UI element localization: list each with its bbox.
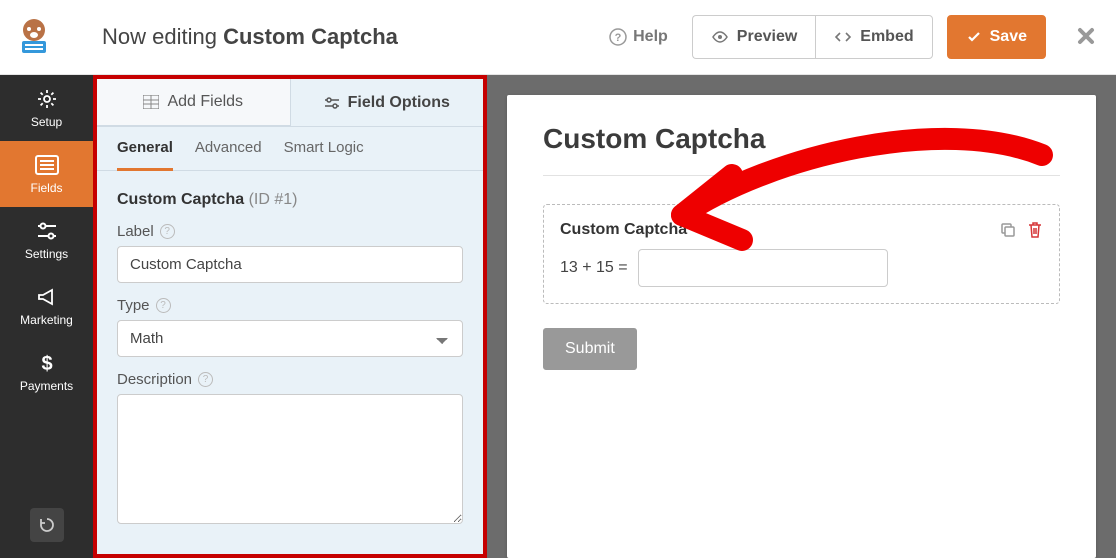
nav-fields-label: Fields bbox=[30, 181, 62, 195]
page-title: Now editing Custom Captcha bbox=[102, 24, 609, 50]
sliders-small-icon bbox=[324, 96, 340, 110]
nav-marketing-label: Marketing bbox=[20, 313, 73, 327]
equation-text: 13 + 15 = bbox=[560, 259, 628, 277]
label-input[interactable] bbox=[117, 246, 463, 283]
trash-icon[interactable] bbox=[1027, 221, 1043, 239]
preview-canvas: Custom Captcha Custom Captcha * 13 + 15 … bbox=[487, 75, 1116, 558]
description-field-label: Description ? bbox=[117, 371, 463, 388]
label-field-label: Label ? bbox=[117, 223, 463, 240]
bullhorn-icon bbox=[35, 285, 59, 309]
help-link[interactable]: ? Help bbox=[609, 28, 668, 46]
sliders-icon bbox=[35, 219, 59, 243]
captcha-field-block[interactable]: Custom Captcha * 13 + 15 = bbox=[543, 204, 1060, 304]
svg-text:$: $ bbox=[41, 353, 52, 374]
gear-icon bbox=[35, 87, 59, 111]
sub-tabs: General Advanced Smart Logic bbox=[97, 127, 483, 171]
form-icon bbox=[35, 153, 59, 177]
left-nav: Setup Fields Settings Marketing $ Paymen… bbox=[0, 75, 93, 558]
section-title-text: Custom Captcha bbox=[117, 191, 244, 208]
type-field: Type ? Math bbox=[117, 297, 463, 357]
svg-text:?: ? bbox=[615, 32, 622, 44]
tab-field-options-label: Field Options bbox=[348, 94, 450, 112]
help-icon[interactable]: ? bbox=[156, 298, 171, 313]
nav-payments-label: Payments bbox=[20, 379, 73, 393]
nav-marketing[interactable]: Marketing bbox=[0, 273, 93, 339]
captcha-equation: 13 + 15 = bbox=[560, 249, 1043, 287]
close-button[interactable] bbox=[1076, 22, 1096, 53]
embed-label: Embed bbox=[860, 28, 913, 46]
panel-body: Custom Captcha (ID #1) Label ? Type ? Ma… bbox=[97, 171, 483, 544]
help-icon[interactable]: ? bbox=[160, 224, 175, 239]
preview-embed-group: Preview Embed bbox=[692, 15, 933, 59]
title-prefix: Now editing bbox=[102, 24, 223, 49]
nav-fields[interactable]: Fields bbox=[0, 141, 93, 207]
check-icon bbox=[966, 29, 982, 45]
help-icon: ? bbox=[609, 28, 627, 46]
help-icon[interactable]: ? bbox=[198, 372, 213, 387]
field-block-header: Custom Captcha * bbox=[560, 221, 1043, 239]
panel-tabs: Add Fields Field Options bbox=[97, 79, 483, 127]
type-select[interactable]: Math bbox=[117, 320, 463, 357]
history-icon bbox=[38, 516, 56, 534]
section-title: Custom Captcha (ID #1) bbox=[117, 191, 463, 209]
embed-button[interactable]: Embed bbox=[815, 15, 932, 59]
top-bar: Now editing Custom Captcha ? Help Previe… bbox=[0, 0, 1116, 75]
main-area: Setup Fields Settings Marketing $ Paymen… bbox=[0, 75, 1116, 558]
section-id: (ID #1) bbox=[249, 191, 298, 208]
code-icon bbox=[834, 28, 852, 46]
close-icon bbox=[1076, 26, 1096, 46]
top-actions: ? Help Preview Embed Save bbox=[609, 15, 1096, 59]
nav-settings-label: Settings bbox=[25, 247, 68, 261]
nav-settings[interactable]: Settings bbox=[0, 207, 93, 273]
tab-add-fields[interactable]: Add Fields bbox=[97, 79, 291, 126]
grid-icon bbox=[143, 95, 159, 109]
subtab-smart-logic[interactable]: Smart Logic bbox=[284, 139, 364, 170]
nav-history[interactable] bbox=[0, 492, 93, 558]
field-block-label: Custom Captcha * bbox=[560, 221, 698, 239]
tab-add-fields-label: Add Fields bbox=[167, 93, 243, 111]
tab-field-options[interactable]: Field Options bbox=[291, 79, 484, 126]
field-panel: Add Fields Field Options General Advance… bbox=[93, 75, 487, 558]
preview-button[interactable]: Preview bbox=[692, 15, 815, 59]
description-field: Description ? bbox=[117, 371, 463, 524]
submit-button[interactable]: Submit bbox=[543, 328, 637, 370]
form-title: Custom Captcha bbox=[543, 123, 1060, 176]
subtab-advanced[interactable]: Advanced bbox=[195, 139, 262, 170]
form-preview: Custom Captcha Custom Captcha * 13 + 15 … bbox=[507, 95, 1096, 558]
nav-payments[interactable]: $ Payments bbox=[0, 339, 93, 405]
subtab-general[interactable]: General bbox=[117, 139, 173, 171]
help-label: Help bbox=[633, 28, 668, 46]
label-field: Label ? bbox=[117, 223, 463, 283]
type-field-label: Type ? bbox=[117, 297, 463, 314]
app-logo bbox=[14, 17, 54, 57]
preview-label: Preview bbox=[737, 28, 797, 46]
required-mark: * bbox=[692, 221, 698, 238]
title-form-name: Custom Captcha bbox=[223, 24, 398, 49]
description-textarea[interactable] bbox=[117, 394, 463, 524]
captcha-answer-input[interactable] bbox=[638, 249, 888, 287]
eye-icon bbox=[711, 28, 729, 46]
save-label: Save bbox=[990, 28, 1027, 46]
save-button[interactable]: Save bbox=[947, 15, 1046, 59]
duplicate-icon[interactable] bbox=[999, 221, 1017, 239]
nav-setup[interactable]: Setup bbox=[0, 75, 93, 141]
field-block-actions bbox=[999, 221, 1043, 239]
dollar-icon: $ bbox=[35, 351, 59, 375]
nav-setup-label: Setup bbox=[31, 115, 62, 129]
